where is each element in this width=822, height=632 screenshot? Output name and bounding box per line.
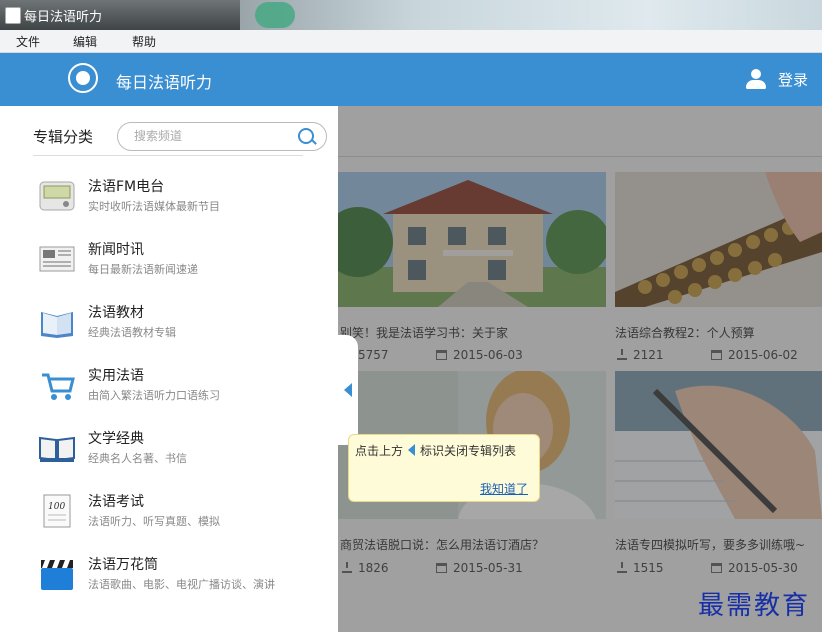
menu-bar: 文件 编辑 帮助 [0, 30, 822, 53]
app-logo-icon [68, 63, 98, 93]
category-subtitle: 法语听力、听写真题、模拟 [88, 515, 220, 528]
menu-file[interactable]: 文件 [16, 33, 40, 50]
category-heading: 专辑分类 [33, 128, 94, 146]
category-item-literature[interactable]: 文学经典 经典名人名著、书信 [0, 424, 338, 484]
left-arrow-icon [408, 444, 416, 456]
app-title: 每日法语听力 [116, 73, 213, 92]
category-title: 法语万花筒 [88, 557, 158, 573]
category-item-practical[interactable]: 实用法语 由简入繁法语听力口语练习 [0, 361, 338, 421]
menu-help[interactable]: 帮助 [132, 33, 156, 50]
category-subtitle: 经典名人名著、书信 [88, 452, 187, 465]
menu-edit[interactable]: 编辑 [73, 33, 97, 50]
collapse-arrow-icon[interactable] [344, 383, 352, 397]
window-titlebar: 每日法语听力 [0, 0, 822, 30]
category-subtitle: 实时收听法语媒体最新节目 [88, 200, 220, 213]
app-header: 每日法语听力 登录 [0, 53, 822, 106]
open-book-icon [39, 436, 75, 462]
search-icon[interactable] [298, 128, 314, 144]
background-app-icon [255, 2, 295, 28]
login-button[interactable]: 登录 [778, 69, 808, 90]
shopping-cart-icon [42, 373, 75, 400]
category-sidebar: 专辑分类 法语FM电台 实时收听法语媒体最新节目 新闻时讯 每日最新法语新闻速递… [0, 106, 338, 632]
svg-text:100: 100 [48, 502, 65, 512]
hint-text: 点击上方 标识关闭专辑列表 [355, 444, 517, 458]
divider [33, 155, 303, 156]
category-title: 法语考试 [88, 494, 144, 510]
background-browser-blur [240, 0, 822, 30]
category-title: 实用法语 [88, 368, 144, 384]
user-icon[interactable] [746, 69, 766, 89]
clapperboard-icon [41, 560, 73, 590]
category-subtitle: 法语歌曲、电影、电视广播访谈、演讲 [88, 578, 275, 591]
exam-paper-icon: 100 [43, 494, 71, 528]
hint-tooltip: 点击上方 标识关闭专辑列表 我知道了 [348, 434, 540, 502]
radio-icon [39, 181, 75, 211]
category-subtitle: 由简入繁法语听力口语练习 [88, 389, 220, 402]
category-item-kaleidoscope[interactable]: 法语万花筒 法语歌曲、电影、电视广播访谈、演讲 [0, 550, 338, 610]
category-title: 法语教材 [88, 305, 144, 321]
search-box[interactable] [117, 122, 327, 151]
category-item-news[interactable]: 新闻时讯 每日最新法语新闻速递 [0, 235, 338, 295]
content-dim-overlay[interactable] [338, 106, 822, 632]
got-it-link[interactable]: 我知道了 [480, 480, 528, 497]
search-input[interactable] [132, 128, 296, 144]
category-item-fm-radio[interactable]: 法语FM电台 实时收听法语媒体最新节目 [0, 172, 338, 232]
watermark: 最需教育 [698, 591, 811, 621]
category-item-exam[interactable]: 100 法语考试 法语听力、听写真题、模拟 [0, 487, 338, 547]
app-window-icon [5, 7, 21, 24]
category-title: 法语FM电台 [88, 179, 165, 195]
category-title: 新闻时讯 [88, 242, 144, 258]
window-title: 每日法语听力 [24, 10, 103, 25]
category-title: 文学经典 [88, 431, 144, 447]
category-item-textbook[interactable]: 法语教材 经典法语教材专辑 [0, 298, 338, 358]
category-subtitle: 每日最新法语新闻速递 [88, 263, 198, 276]
newspaper-icon [39, 246, 75, 272]
category-subtitle: 经典法语教材专辑 [88, 326, 176, 339]
collapse-sidebar-tab[interactable] [338, 335, 358, 445]
textbook-icon [41, 312, 73, 338]
